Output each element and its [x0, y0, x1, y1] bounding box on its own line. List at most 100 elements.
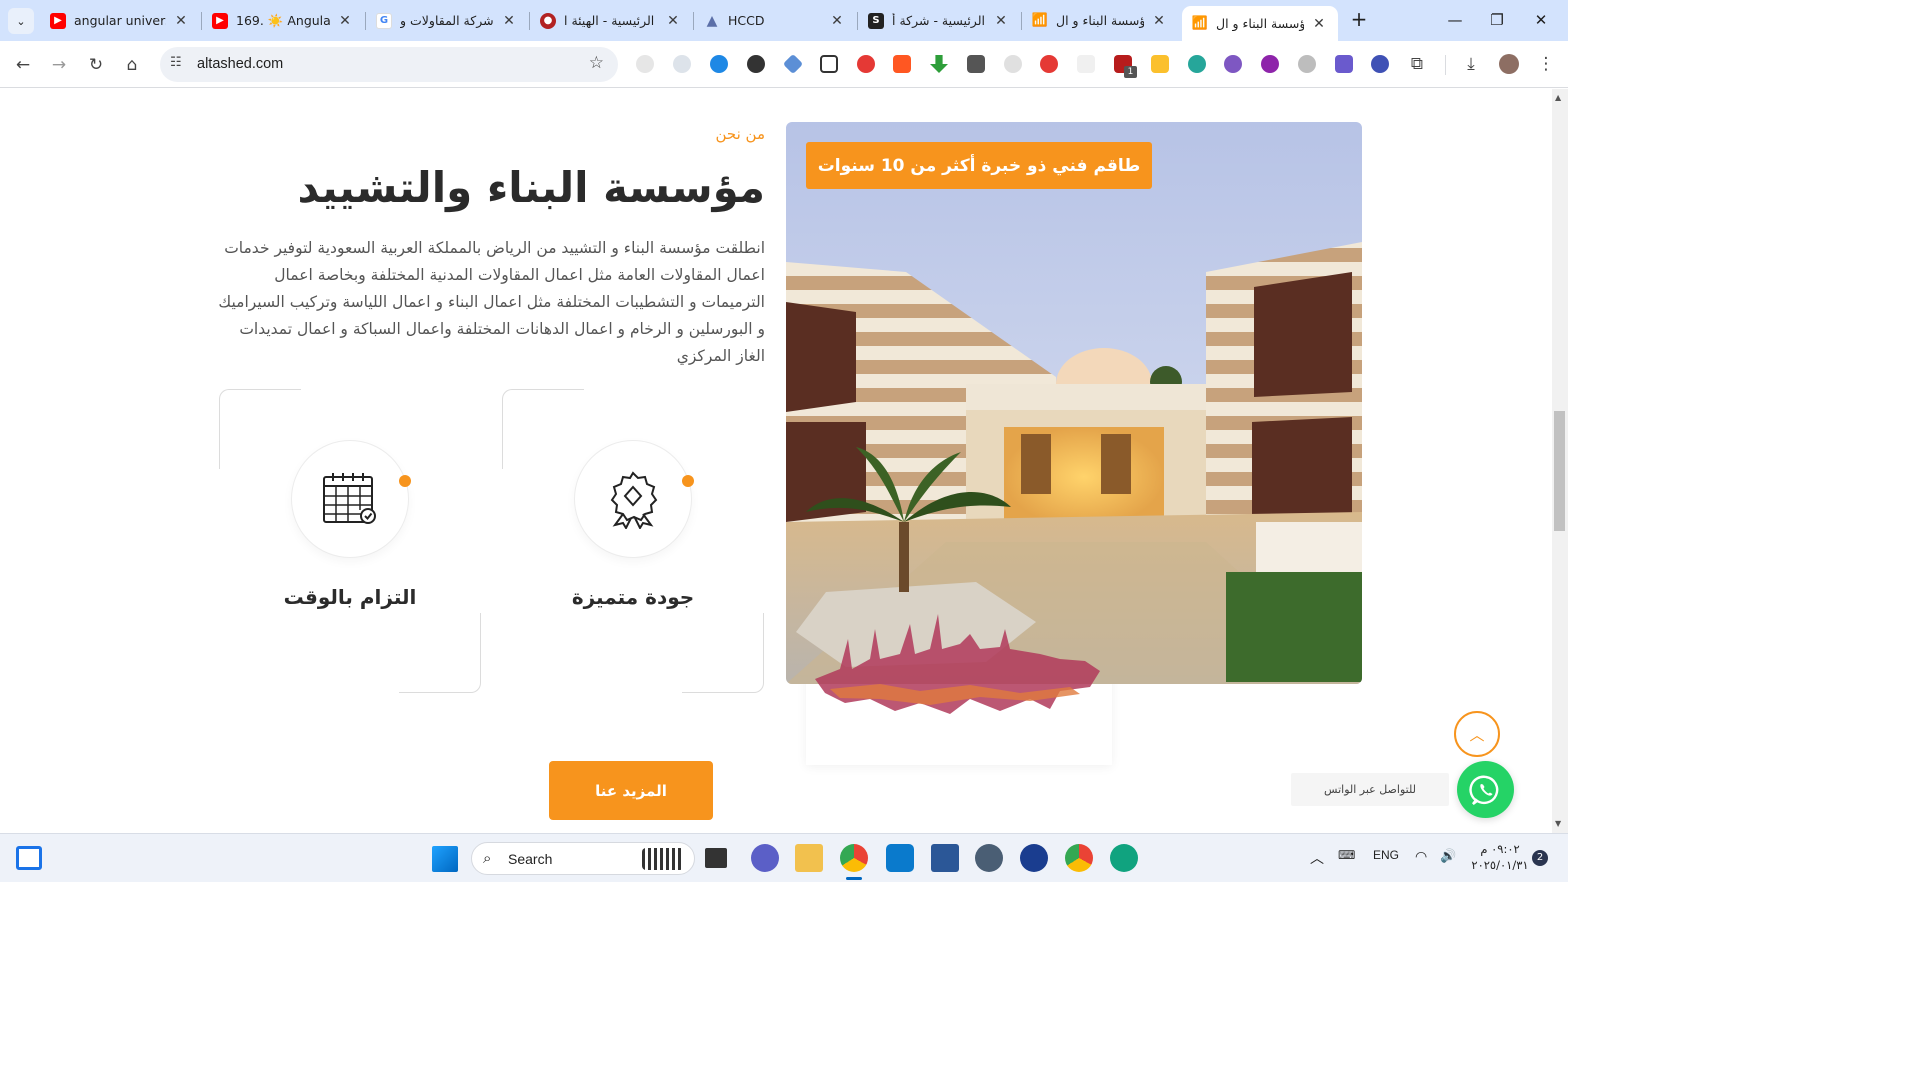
feature-title: التزام بالوقت	[283, 585, 417, 609]
scroll-to-top-button[interactable]: ︿	[1454, 711, 1500, 757]
close-icon[interactable]: ✕	[1310, 16, 1328, 32]
close-icon[interactable]: ✕	[500, 13, 518, 29]
extensions-puzzle-icon[interactable]: ⧉	[1404, 51, 1430, 77]
taskbar-search[interactable]: ⌕ Search	[471, 842, 695, 875]
tab-search-button[interactable]: ⌄	[8, 8, 34, 34]
minimize-button[interactable]: —	[1440, 8, 1470, 32]
search-label: Search	[508, 851, 553, 867]
extension-icon[interactable]	[747, 55, 765, 73]
tab-4[interactable]: ● الرئيسية - الهيئة ا ✕	[530, 6, 692, 35]
section-kicker: من نحن	[715, 125, 766, 143]
chrome-icon[interactable]	[840, 844, 868, 872]
page-scrollbar[interactable]: ▲ ▼	[1552, 89, 1568, 833]
clock-date: ٢٠٢٥/٠١/٣١	[1471, 858, 1529, 872]
tab-title: angular universa	[74, 13, 166, 28]
extension-icon[interactable]	[857, 55, 875, 73]
google-icon: G	[376, 12, 392, 29]
tab-title: HCCD	[728, 13, 765, 28]
volume-icon[interactable]: 🔊	[1440, 848, 1456, 864]
new-tab-button[interactable]: +	[1348, 9, 1370, 31]
feature-title: جودة متميزة	[571, 585, 695, 609]
reload-button[interactable]: ↻	[83, 52, 109, 78]
back-button[interactable]: ←	[10, 52, 36, 78]
tab-7[interactable]: 📶 مؤسسة البناء و ال ✕	[1022, 6, 1178, 35]
youtube-icon: ▶	[212, 12, 228, 29]
extension-icon[interactable]	[967, 55, 985, 73]
whatsapp-label[interactable]: للتواصل عبر الواتس	[1291, 773, 1449, 806]
extension-icon[interactable]	[1188, 55, 1206, 73]
qr-extension-icon[interactable]	[820, 55, 838, 73]
notification-badge[interactable]: 2	[1532, 850, 1548, 866]
language-indicator[interactable]: ENG	[1373, 848, 1399, 862]
webpage: من نحن مؤسسة البناء والتشييد انطلقت مؤسس…	[0, 89, 1552, 833]
extension-icon[interactable]	[1004, 55, 1022, 73]
tab-3[interactable]: G شركة المقاولات و ✕	[366, 6, 528, 35]
extension-icon[interactable]	[710, 55, 728, 73]
tab-title: 169. ☀️ Angular	[236, 12, 330, 28]
address-bar[interactable]: ☷ altashed.com ☆	[160, 47, 618, 82]
site-info-icon[interactable]: ☷	[170, 55, 182, 70]
extension-icon[interactable]	[1224, 55, 1242, 73]
feature-icon-circle	[291, 440, 409, 558]
extension-icon[interactable]	[1298, 55, 1316, 73]
tab-1[interactable]: ▶ angular universa ✕	[40, 6, 200, 35]
profile-avatar[interactable]	[1499, 54, 1519, 74]
s-logo-icon: S	[868, 12, 884, 29]
windows-start-icon[interactable]	[432, 846, 458, 872]
bookmark-star-icon[interactable]: ☆	[589, 53, 604, 73]
scroll-up-arrow[interactable]: ▲	[1555, 93, 1561, 102]
extension-icon[interactable]	[1371, 55, 1389, 73]
file-explorer-icon[interactable]	[795, 844, 823, 872]
menu-icon[interactable]: ⋮	[1533, 51, 1559, 77]
keyboard-icon[interactable]: ⌨	[1338, 848, 1355, 862]
tab-2[interactable]: ▶ 169. ☀️ Angular ✕	[202, 6, 364, 35]
close-icon[interactable]: ✕	[664, 13, 682, 29]
browser-toolbar: ← → ↻ ⌂ ☷ altashed.com ☆ 1 ⧉ ⤓ ⋮	[0, 41, 1568, 88]
zebra-icon	[642, 848, 684, 870]
extension-icon[interactable]	[1077, 55, 1095, 73]
chatgpt-icon[interactable]	[1110, 844, 1138, 872]
extension-icon[interactable]	[1151, 55, 1169, 73]
extension-icon[interactable]	[673, 55, 691, 73]
downloads-icon[interactable]: ⤓	[1458, 51, 1484, 77]
extension-icon[interactable]	[1261, 55, 1279, 73]
task-view-icon[interactable]	[705, 848, 727, 868]
close-icon[interactable]: ✕	[172, 13, 190, 29]
extension-icon[interactable]	[1335, 55, 1353, 73]
home-button[interactable]: ⌂	[119, 52, 145, 78]
close-icon[interactable]: ✕	[336, 13, 354, 29]
restore-button[interactable]: ❐	[1482, 8, 1512, 32]
download-extension-icon[interactable]	[930, 55, 948, 73]
tab-8-active[interactable]: 📶 مؤسسة البناء و ال ✕	[1182, 6, 1338, 41]
widgets-icon[interactable]	[16, 846, 42, 870]
chrome-profile-icon[interactable]	[1065, 844, 1093, 872]
adblock-extension-icon[interactable]	[1040, 55, 1058, 73]
about-more-button[interactable]: المزيد عنا	[549, 761, 713, 820]
media-player-icon[interactable]	[1020, 844, 1048, 872]
clock[interactable]: ٠٩:٠٢ م ٢٠٢٥/٠١/٣١	[1470, 841, 1530, 873]
whatsapp-button[interactable]	[1457, 761, 1514, 818]
extension-icon[interactable]	[636, 55, 654, 73]
award-icon	[610, 471, 658, 529]
extension-icon[interactable]	[893, 55, 911, 73]
experience-badge: طاقم فني ذو خبرة أكثر من 10 سنوات	[806, 142, 1152, 189]
powershell-icon[interactable]	[931, 844, 959, 872]
hccd-icon: ▲	[706, 12, 718, 29]
close-icon[interactable]: ✕	[992, 13, 1010, 29]
whatsapp-icon	[1468, 775, 1498, 805]
close-icon[interactable]: ✕	[828, 13, 846, 29]
tab-5[interactable]: ▲ HCCD ✕	[694, 6, 856, 35]
url-text[interactable]: altashed.com	[197, 56, 283, 72]
vscode-icon[interactable]	[886, 844, 914, 872]
tray-overflow-icon[interactable]: ︿	[1310, 848, 1324, 868]
scrollbar-thumb[interactable]	[1554, 411, 1565, 531]
wifi-icon[interactable]: ◠	[1415, 848, 1427, 865]
scroll-down-arrow[interactable]: ▼	[1555, 819, 1561, 828]
chat-icon[interactable]	[751, 844, 779, 872]
tab-6[interactable]: S الرئيسية - شركة أ ✕	[858, 6, 1020, 35]
close-icon[interactable]: ✕	[1150, 13, 1168, 29]
extension-icon[interactable]	[782, 53, 804, 75]
close-window-button[interactable]: ✕	[1526, 8, 1556, 32]
forward-button[interactable]: →	[46, 52, 72, 78]
settings-gear-icon[interactable]	[975, 844, 1003, 872]
